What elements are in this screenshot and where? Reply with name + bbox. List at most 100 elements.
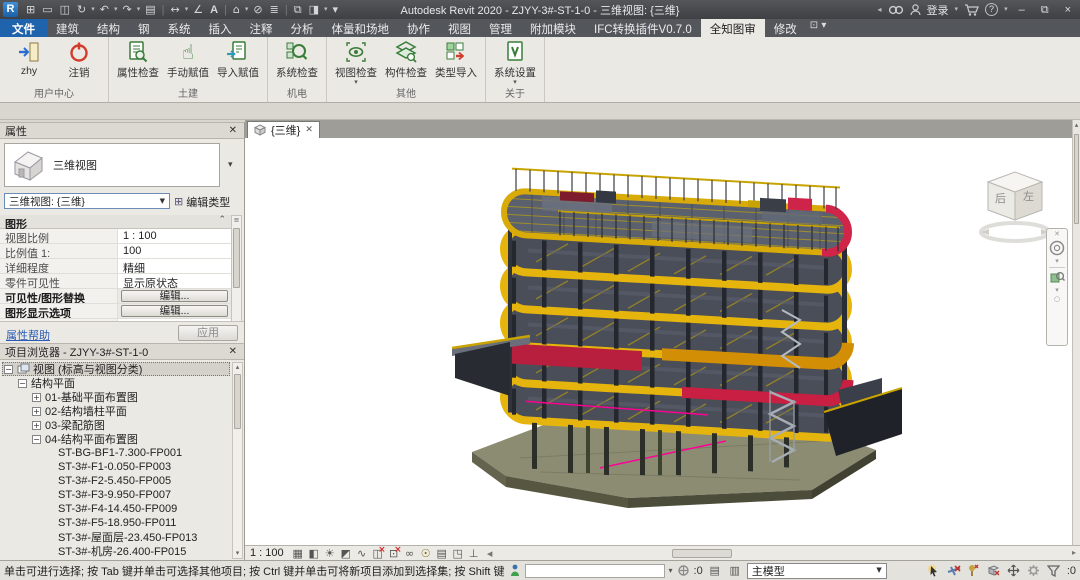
text-icon[interactable]: A [207,4,221,16]
collapse-section-icon[interactable]: ⌃ [218,216,226,227]
sign-in-label[interactable]: 登录 [927,2,949,18]
apply-button[interactable]: 应用 [178,325,238,341]
chevron-down-icon[interactable]: ▾ [323,6,329,13]
hscroll-left-arrow-icon[interactable]: ◂ [482,548,498,559]
chevron-down-icon[interactable]: ▾ [1004,6,1008,13]
tab-file[interactable]: 文件 [0,19,47,37]
viewcube[interactable]: 后 左 [978,166,1052,252]
tree-item[interactable]: −04-结构平面布置图 [2,432,230,446]
temporary-hide-isolate-icon[interactable]: ∞ [402,548,418,559]
aligned-dimension-icon[interactable]: ∠ [190,4,206,15]
property-row[interactable]: 视图比例1 : 100 [0,229,231,244]
close-icon[interactable]: ✕ [227,125,239,136]
tree-item-view[interactable]: ST-3#-F2-5.450-FP005 [2,474,230,488]
property-row[interactable]: 详细程度精细 [0,259,231,274]
chevron-down-icon[interactable]: ▾ [244,6,250,13]
tree-item[interactable]: +03-梁配筋图 [2,418,230,432]
chevron-down-icon[interactable]: ▾ [1055,258,1059,265]
tree-item[interactable]: +02-结构墙柱平面 [2,404,230,418]
rendering-dialog-icon[interactable]: ∿ [354,548,370,559]
tree-item-views-root[interactable]: − 视图 (标高与视图分类) [2,362,230,376]
selection-toggle-icon[interactable] [927,564,943,577]
app-store-cart-icon[interactable] [964,4,979,16]
temporary-view-properties-icon[interactable]: ▤ [434,548,450,559]
drag-on-selection-icon[interactable] [1007,564,1023,577]
instance-combo[interactable]: 三维视图: {三维} ▼ [4,193,170,209]
tab-manage[interactable]: 管理 [480,19,521,37]
tab-analyze[interactable]: 分析 [282,19,323,37]
chevron-down-icon[interactable]: ▾ [90,6,96,13]
property-row[interactable]: 可见性/图形替换编辑... [0,289,231,304]
view-scale-button[interactable]: 1 : 100 [250,547,284,559]
design-option-select[interactable]: 主模型 ▼ [747,563,887,579]
minimize-button[interactable]: – [1014,4,1030,16]
tree-item-structural-plans[interactable]: −结构平面 [2,376,230,390]
redo-icon[interactable]: ↷ [120,4,135,15]
import-assign-button[interactable]: 导入赋值 [214,39,262,80]
select-by-face-icon[interactable] [987,564,1003,577]
show-crop-region-icon[interactable]: ⊡× [386,548,402,559]
tab-quanzhi-review[interactable]: 全知图审 [701,19,765,37]
tab-collaborate[interactable]: 协作 [398,19,439,37]
sync-icon[interactable]: ↻ [74,4,89,15]
drawing-canvas[interactable]: 后 左 ✕ ▾ ▾ ○ [245,138,1072,545]
tree-item-view[interactable]: ST-3#-屋面层-23.450-FP013 [2,530,230,544]
tab-steel[interactable]: 钢 [129,19,159,37]
tab-architecture[interactable]: 建筑 [47,19,88,37]
shadows-icon[interactable]: ◩ [338,548,354,559]
chevron-down-icon[interactable]: ▾ [955,6,959,13]
worksets-dialog-icon[interactable]: ▤ [707,565,723,576]
canvas-vscrollbar[interactable]: ▴ ▾ [1072,120,1080,558]
view-tab-3d[interactable]: {三维} ✕ [247,121,320,138]
chevron-down-icon[interactable]: ▾ [669,567,673,575]
edit-type-button[interactable]: ⊞ 编辑类型 [174,193,242,210]
tree-item-view[interactable]: ST-BG-BF1-7.300-FP001 [2,446,230,460]
collapse-expander-icon[interactable]: − [18,379,27,388]
tab-addins[interactable]: 附加模块 [521,19,585,37]
property-row[interactable]: 零件可见性显示原状态 [0,274,231,289]
tab-structure[interactable]: 结构 [88,19,129,37]
type-selector[interactable]: 三维视图 [4,143,220,187]
detail-level-icon[interactable]: ▦ [290,548,306,559]
property-check-button[interactable]: 属性检查 [114,39,162,80]
user-interface-icon[interactable]: ◨ [306,4,322,15]
chevron-down-icon[interactable]: ▾ [1055,287,1059,294]
section-icon[interactable]: ⊘ [250,4,265,15]
save-icon[interactable]: ◫ [57,4,73,15]
default-3d-view-icon[interactable]: ⌂ [230,4,243,15]
canvas-hscrollbar[interactable]: ▸ [498,549,1080,558]
hscroll-right-arrow-icon[interactable]: ▸ [1072,549,1076,557]
select-pinned-icon[interactable] [967,564,983,577]
tree-item-view[interactable]: ST-3#-F4-14.450-FP009 [2,502,230,516]
tree-item-view[interactable]: ST-3#-F3-9.950-FP007 [2,488,230,502]
customize-qat-icon[interactable]: ▾ [330,4,342,15]
close-view-icon[interactable]: ✕ [305,126,313,135]
expand-expander-icon[interactable]: + [32,393,41,402]
measure-icon[interactable]: ↔ [168,4,183,15]
active-workset-icon[interactable] [677,564,690,577]
collapse-expander-icon[interactable]: − [32,435,41,444]
visual-style-icon[interactable]: ◧ [306,548,322,559]
open-icon[interactable]: ▭ [39,4,55,15]
tab-systems[interactable]: 系统 [159,19,200,37]
logout-button[interactable]: 注销 [55,39,103,80]
tab-massing-site[interactable]: 体量和场地 [323,19,399,37]
type-selector-arrow-icon[interactable]: ▾ [228,161,233,170]
print-icon[interactable]: ▤ [142,4,158,15]
close-icon[interactable]: ✕ [1054,231,1060,238]
revit-logo[interactable]: R [3,2,18,17]
collapse-arrow-icon[interactable]: ◂ [878,6,882,14]
filter-icon[interactable] [1047,565,1063,577]
tab-view[interactable]: 视图 [439,19,480,37]
close-icon[interactable]: ✕ [227,346,239,357]
edit-button[interactable]: 编辑... [121,290,228,302]
collapse-expander-icon[interactable]: − [4,365,13,374]
tree-item-view[interactable]: ST-3#-F5-18.950-FP011 [2,516,230,530]
close-hidden-windows-icon[interactable]: ⧉ [291,4,305,15]
project-browser-header[interactable]: 项目浏览器 - ZJYY-3#-ST-1-0 ✕ [0,344,244,360]
crop-view-icon[interactable]: ◫× [370,548,386,559]
property-row[interactable]: 比例值 1:100 [0,244,231,259]
reveal-constraints-icon[interactable]: ⊥ [466,548,482,559]
tree-item[interactable]: +01-基础平面布置图 [2,390,230,404]
expand-expander-icon[interactable]: + [32,421,41,430]
